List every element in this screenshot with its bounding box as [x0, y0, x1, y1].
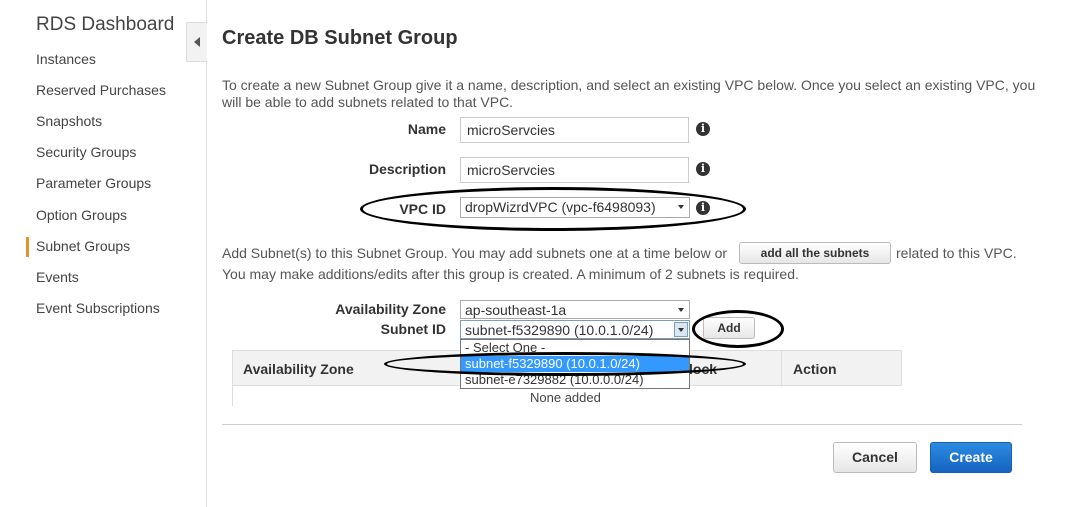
- add-subnets-text-after: related to this VPC.: [896, 245, 1017, 261]
- subnet-id-value: subnet-f5329890 (10.0.1.0/24): [465, 322, 654, 338]
- sidebar-collapse-button[interactable]: [186, 22, 207, 62]
- name-label: Name: [407, 121, 446, 137]
- dropdown-option[interactable]: subnet-e7329882 (10.0.0.0/24): [461, 372, 689, 388]
- table-empty-text: None added: [530, 390, 601, 405]
- info-icon[interactable]: i: [696, 201, 710, 215]
- vpc-id-select[interactable]: dropWizrdVPC (vpc-f6498093): [460, 197, 690, 218]
- sidebar-item-snapshots[interactable]: Snapshots: [36, 113, 102, 129]
- info-icon[interactable]: i: [696, 162, 710, 176]
- availability-zone-select[interactable]: ap-southeast-1a: [460, 300, 690, 319]
- sidebar-item-reserved-purchases[interactable]: Reserved Purchases: [36, 82, 166, 98]
- chevron-down-icon: [678, 308, 684, 312]
- chevron-down-icon: [678, 328, 684, 332]
- info-icon[interactable]: i: [696, 122, 710, 136]
- availability-zone-value: ap-southeast-1a: [465, 302, 567, 318]
- description-label: Description: [368, 161, 446, 177]
- min-subnets-text: You may make additions/edits after this …: [222, 266, 799, 282]
- divider: [222, 424, 1022, 425]
- dropdown-arrow-button[interactable]: [674, 322, 688, 337]
- page-title: Create DB Subnet Group: [222, 27, 458, 49]
- intro-text: To create a new Subnet Group give it a n…: [222, 77, 1036, 110]
- column-cidr-block: lock: [689, 361, 718, 377]
- collapse-left-icon: [194, 37, 200, 47]
- column-action: Action: [793, 361, 837, 377]
- cancel-button[interactable]: Cancel: [833, 442, 917, 473]
- vpc-id-label: VPC ID: [399, 201, 446, 217]
- sidebar-title[interactable]: RDS Dashboard: [36, 14, 174, 36]
- add-subnets-text: Add Subnet(s) to this Subnet Group. You …: [222, 245, 727, 261]
- name-input[interactable]: [460, 117, 689, 143]
- add-all-subnets-button[interactable]: add all the subnets: [739, 242, 891, 264]
- add-subnet-button[interactable]: Add: [703, 317, 755, 339]
- sidebar: RDS Dashboard Instances Reserved Purchas…: [0, 0, 207, 507]
- add-subnets-text-before: Add Subnet(s) to this Subnet Group. You …: [222, 245, 728, 261]
- create-button[interactable]: Create: [930, 442, 1012, 473]
- chevron-down-icon: [678, 205, 684, 209]
- sidebar-item-parameter-groups[interactable]: Parameter Groups: [36, 175, 151, 191]
- subnet-id-select[interactable]: subnet-f5329890 (10.0.1.0/24): [460, 320, 690, 339]
- sidebar-item-events[interactable]: Events: [36, 269, 79, 285]
- subnet-id-label: Subnet ID: [380, 321, 446, 337]
- sidebar-item-option-groups[interactable]: Option Groups: [36, 207, 127, 223]
- table-border: [232, 386, 233, 406]
- dropdown-option[interactable]: - Select One -: [461, 340, 689, 356]
- subnet-dropdown-list[interactable]: - Select One - subnet-f5329890 (10.0.1.0…: [460, 339, 690, 389]
- column-divider: [781, 351, 782, 387]
- sidebar-item-event-subscriptions[interactable]: Event Subscriptions: [36, 300, 160, 316]
- column-availability-zone: Availability Zone: [243, 361, 354, 377]
- active-nav-indicator: [26, 237, 29, 257]
- vpc-id-value: dropWizrdVPC (vpc-f6498093): [465, 199, 656, 215]
- sidebar-item-subnet-groups[interactable]: Subnet Groups: [36, 238, 130, 254]
- dropdown-option-selected[interactable]: subnet-f5329890 (10.0.1.0/24): [461, 356, 689, 372]
- availability-zone-label: Availability Zone: [335, 301, 446, 317]
- sidebar-item-instances[interactable]: Instances: [36, 51, 96, 67]
- sidebar-item-security-groups[interactable]: Security Groups: [36, 144, 136, 160]
- description-input[interactable]: [460, 157, 689, 183]
